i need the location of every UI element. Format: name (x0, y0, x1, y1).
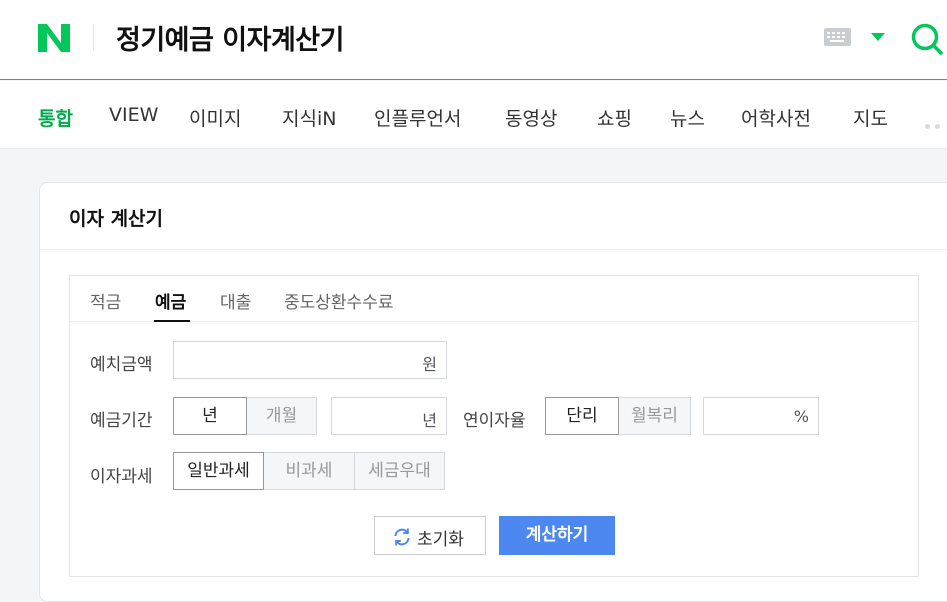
card-title: 이자 계산기 (69, 208, 164, 230)
autocomplete-toggle-icon[interactable] (871, 33, 885, 41)
tab-news[interactable]: 뉴스 (670, 104, 705, 131)
tab-dictionary[interactable]: 어학사전 (741, 104, 811, 131)
interest-calculator-card: 이자 계산기 적금 예금 대출 중도상환수수료 예치금액 원 예금기간 년 개월… (39, 182, 947, 602)
calculate-button[interactable]: 계산하기 (499, 516, 615, 555)
tax-type-label: 이자과세 (90, 467, 153, 487)
search-query-text[interactable]: 정기예금 이자계산기 (116, 18, 344, 57)
more-tabs-icon[interactable] (925, 114, 945, 133)
deposit-amount-label: 예치금액 (90, 355, 153, 375)
calculator-panel: 적금 예금 대출 중도상환수수료 예치금액 원 예금기간 년 개월 년 연이자율… (69, 275, 919, 577)
keyboard-icon[interactable] (824, 28, 851, 46)
interest-rate-input[interactable]: % (703, 397, 819, 435)
reset-button-label: 초기화 (417, 530, 464, 550)
tab-images[interactable]: 이미지 (189, 104, 241, 131)
tab-deposit[interactable]: 예금 (155, 288, 186, 313)
search-category-tabs: 통합 VIEW 이미지 지식iN 인플루언서 동영상 쇼핑 뉴스 어학사전 지도 (0, 81, 947, 149)
currency-unit: 원 (422, 355, 437, 374)
search-icon[interactable] (909, 20, 947, 58)
percent-unit: % (793, 407, 809, 426)
calculator-tabs: 적금 예금 대출 중도상환수수료 (70, 276, 918, 322)
general-tax-option[interactable]: 일반과세 (173, 452, 264, 490)
tab-all[interactable]: 통합 (38, 104, 73, 131)
deposit-period-input[interactable]: 년 (331, 397, 447, 435)
simple-interest-option[interactable]: 단리 (545, 397, 619, 435)
active-tab-indicator (154, 320, 190, 322)
refresh-icon (394, 528, 410, 546)
divider (40, 249, 947, 250)
tax-free-option[interactable]: 비과세 (263, 452, 355, 490)
tab-influencer[interactable]: 인플루언서 (374, 104, 461, 131)
tax-preferential-option[interactable]: 세금우대 (354, 452, 445, 490)
header-divider (93, 24, 94, 50)
tab-prepayment-fee[interactable]: 중도상환수수료 (284, 288, 393, 313)
deposit-period-label: 예금기간 (90, 411, 153, 431)
tab-loan[interactable]: 대출 (220, 288, 251, 313)
tab-map[interactable]: 지도 (853, 104, 888, 131)
search-header: 정기예금 이자계산기 (0, 0, 947, 80)
period-month-option[interactable]: 개월 (246, 397, 317, 435)
monthly-compound-option[interactable]: 월복리 (618, 397, 691, 435)
tab-kin[interactable]: 지식iN (282, 104, 336, 131)
period-unit: 년 (422, 411, 437, 430)
naver-logo[interactable] (38, 24, 70, 52)
tab-view[interactable]: VIEW (109, 104, 158, 126)
reset-button[interactable]: 초기화 (374, 516, 486, 555)
tab-savings[interactable]: 적금 (90, 288, 121, 313)
interest-rate-label: 연이자율 (463, 411, 526, 431)
deposit-amount-input[interactable]: 원 (173, 341, 447, 379)
tab-video[interactable]: 동영상 (505, 104, 557, 131)
tab-shopping[interactable]: 쇼핑 (597, 104, 632, 131)
period-year-option[interactable]: 년 (173, 397, 247, 435)
